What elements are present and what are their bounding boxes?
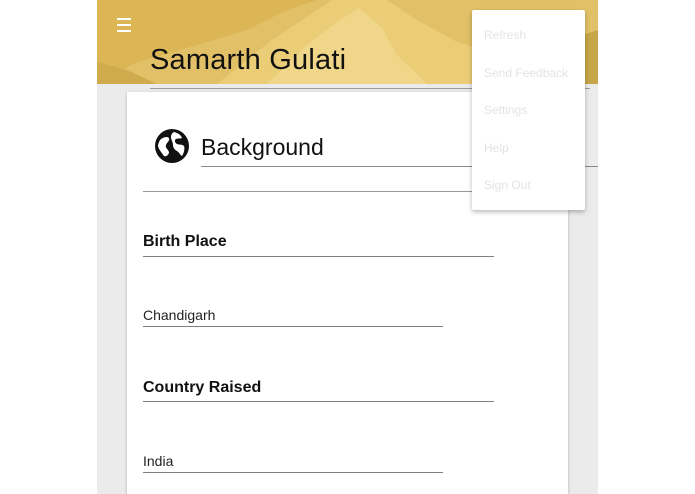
input-underline [143, 326, 443, 327]
menu-item-settings[interactable]: Settings [484, 103, 527, 117]
country-raised-label: Country Raised [143, 379, 262, 396]
section-title: Background [201, 134, 324, 160]
birth-place-label: Birth Place [143, 233, 227, 250]
country-raised-value[interactable]: India [143, 453, 173, 469]
menu-item-sign-out[interactable]: Sign Out [484, 178, 531, 192]
overflow-menu: Refresh Send Feedback Settings Help Sign… [472, 10, 585, 210]
divider [143, 401, 494, 402]
menu-item-refresh[interactable]: Refresh [484, 28, 526, 42]
divider [143, 256, 494, 257]
page-title: Samarth Gulati [150, 44, 347, 76]
hamburger-menu-icon[interactable] [117, 18, 131, 32]
globe-icon [155, 129, 189, 163]
menu-item-send-feedback[interactable]: Send Feedback [484, 66, 568, 80]
input-underline [143, 472, 443, 473]
birth-place-value[interactable]: Chandigarh [143, 307, 215, 323]
divider [143, 191, 495, 192]
menu-item-help[interactable]: Help [484, 141, 509, 155]
